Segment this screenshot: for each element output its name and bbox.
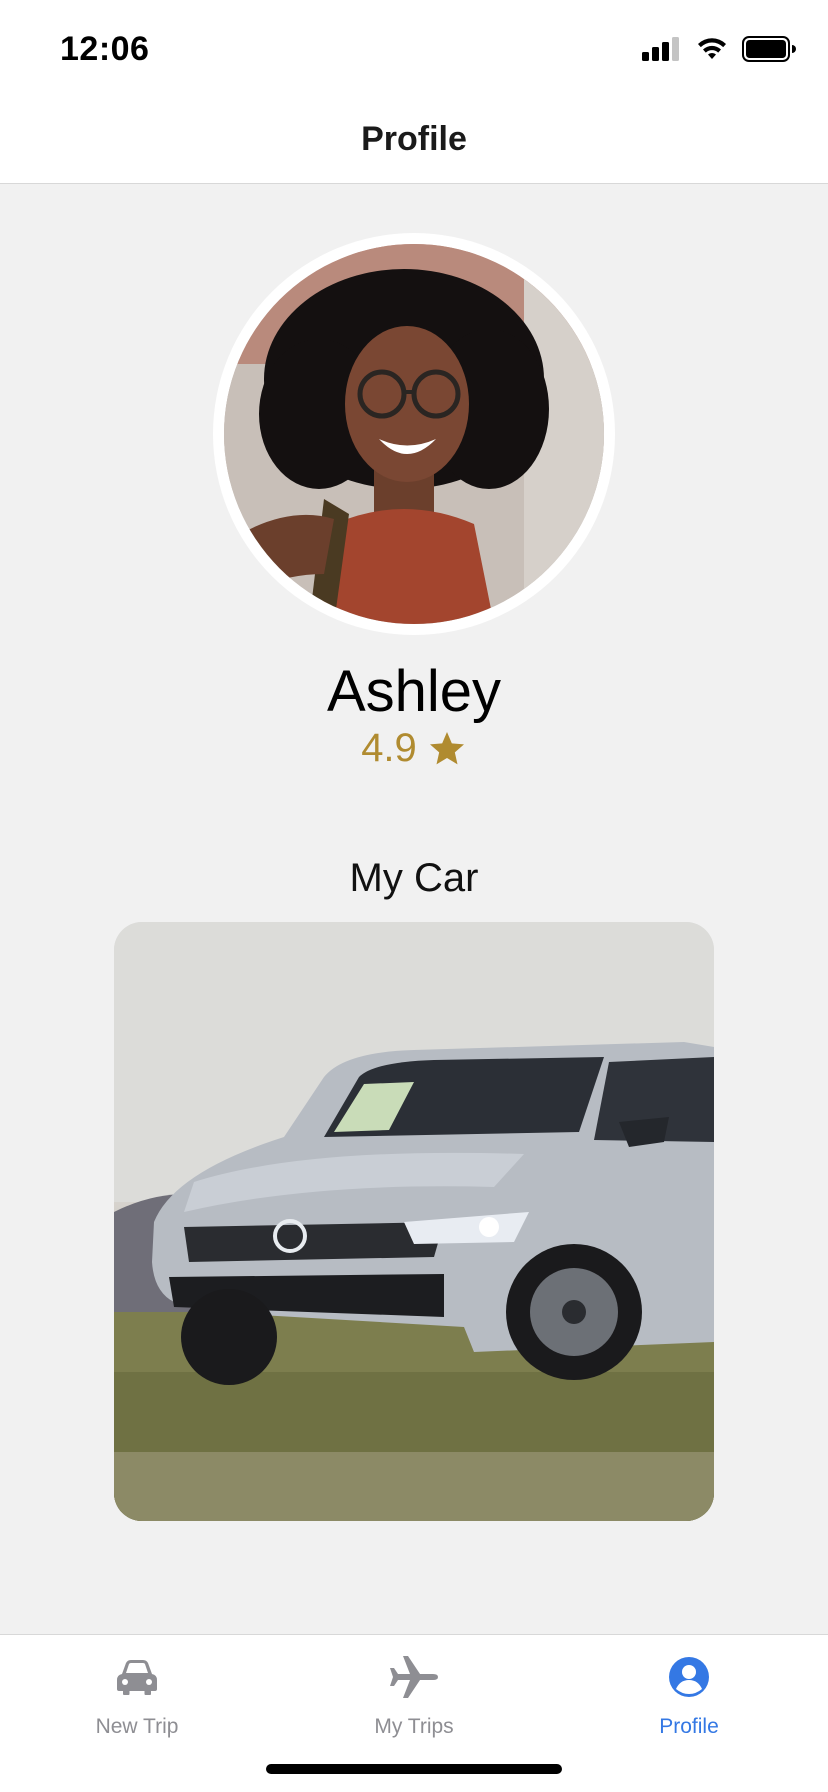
status-time: 12:06 bbox=[60, 30, 150, 68]
tab-my-trips-label: My Trips bbox=[374, 1715, 454, 1738]
home-indicator[interactable] bbox=[266, 1764, 562, 1774]
airplane-icon bbox=[390, 1656, 438, 1698]
car-photo bbox=[114, 922, 714, 1521]
tab-profile[interactable]: Profile bbox=[589, 1649, 789, 1749]
wifi-icon bbox=[698, 38, 726, 59]
profile-avatar bbox=[213, 233, 615, 635]
avatar-photo bbox=[224, 244, 604, 624]
status-icons bbox=[642, 34, 796, 64]
profile-rating: 4.9 bbox=[0, 726, 828, 771]
battery-icon bbox=[742, 36, 796, 62]
profile-name: Ashley bbox=[326, 659, 502, 724]
rating-value: 4.9 bbox=[361, 726, 417, 770]
navigation-bar: Profile bbox=[0, 96, 828, 184]
page-title: Profile bbox=[361, 120, 467, 158]
car-icon bbox=[117, 1660, 157, 1695]
tab-new-trip[interactable]: New Trip bbox=[37, 1649, 237, 1749]
star-icon bbox=[429, 731, 464, 764]
status-bar: 12:06 bbox=[0, 0, 828, 96]
tab-my-trips[interactable]: My Trips bbox=[314, 1649, 514, 1749]
my-car-title: My Car bbox=[349, 856, 479, 900]
tab-profile-label: Profile bbox=[659, 1715, 719, 1738]
cellular-signal-icon bbox=[642, 37, 679, 61]
tab-new-trip-label: New Trip bbox=[95, 1715, 179, 1738]
person-circle-icon bbox=[669, 1657, 709, 1697]
